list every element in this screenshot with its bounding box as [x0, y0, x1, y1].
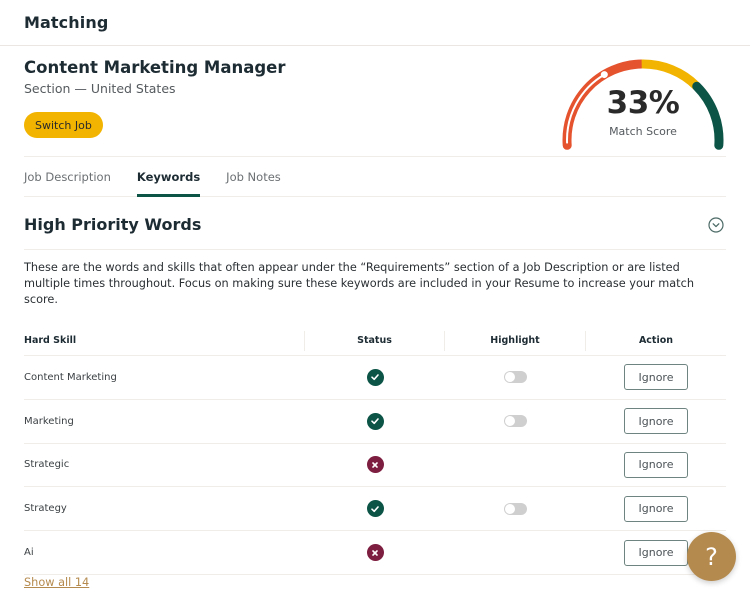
check-circle-icon [366, 368, 384, 386]
top-bar: Matching [0, 0, 750, 46]
highlight-toggle[interactable] [504, 502, 527, 515]
job-company-location: Section — United States [24, 81, 176, 96]
keywords-table: Hard Skill Status Highlight Action Conte… [24, 326, 726, 575]
table-body: Content Marketing Ignore Marketing Ignore St… [24, 356, 726, 575]
status-cell [305, 412, 445, 430]
highlight-cell [445, 371, 586, 384]
ignore-button[interactable]: Ignore [624, 451, 688, 478]
skill-name: Content Marketing [24, 371, 117, 383]
divider [24, 249, 726, 250]
skill-name: Marketing [24, 415, 74, 427]
chevron-down-circle-icon[interactable] [708, 217, 724, 233]
table-row: Marketing Ignore [24, 400, 726, 444]
table-row: Content Marketing Ignore [24, 356, 726, 400]
status-cell [305, 500, 445, 518]
action-cell: Ignore [586, 451, 726, 478]
highlight-cell [445, 502, 586, 515]
skill-name: Strategic [24, 459, 70, 471]
switch-job-button[interactable]: Switch Job [24, 112, 103, 138]
column-header-status: Status [305, 330, 445, 351]
status-cell [305, 456, 445, 474]
table-row: Strategic Ignore [24, 444, 726, 488]
tab-job-notes[interactable]: Job Notes [226, 157, 281, 197]
check-circle-icon [366, 500, 384, 518]
x-circle-icon [366, 544, 384, 562]
x-circle-icon [366, 456, 384, 474]
action-cell: Ignore [586, 408, 726, 435]
section-description: These are the words and skills that ofte… [24, 261, 694, 306]
gauge-arc-mid-segment [641, 59, 700, 90]
status-cell [305, 544, 445, 562]
section-title: High Priority Words [24, 215, 202, 234]
page-title: Matching [24, 13, 109, 32]
highlight-cell [445, 415, 586, 428]
check-circle-icon [366, 412, 384, 430]
skill-name: Strategy [24, 503, 67, 515]
column-header-highlight: Highlight [445, 330, 586, 351]
ignore-button[interactable]: Ignore [624, 364, 688, 391]
tab-keywords[interactable]: Keywords [136, 157, 201, 197]
tab-bar: Job Description Keywords Job Notes [24, 157, 726, 197]
action-cell: Ignore [586, 495, 726, 522]
table-row: Ai Ignore [24, 531, 726, 575]
column-header-skill: Hard Skill [24, 330, 305, 351]
gauge-progress-knob [600, 71, 608, 79]
ignore-button[interactable]: Ignore [624, 539, 688, 566]
ignore-button[interactable]: Ignore [624, 408, 688, 435]
highlight-toggle[interactable] [504, 415, 527, 428]
ignore-button[interactable]: Ignore [624, 495, 688, 522]
match-score-label: Match Score [609, 125, 677, 138]
job-title: Content Marketing Manager [24, 58, 286, 77]
action-cell: Ignore [586, 364, 726, 391]
help-button[interactable]: ? [687, 532, 736, 581]
column-header-action: Action [638, 335, 674, 346]
skill-name: Ai [24, 547, 34, 559]
show-all-link[interactable]: Show all 14 [24, 576, 89, 589]
question-mark-icon: ? [705, 542, 718, 571]
table-header: Hard Skill Status Highlight Action [24, 326, 726, 356]
match-score-gauge: 33% Match Score [552, 52, 734, 152]
table-row: Strategy Ignore [24, 487, 726, 532]
highlight-toggle[interactable] [504, 371, 527, 384]
match-score-value: 33% [606, 85, 680, 121]
status-cell [305, 368, 445, 386]
job-info: Content Marketing Manager Section — Unit… [24, 58, 285, 96]
tab-job-description[interactable]: Job Description [24, 157, 111, 197]
